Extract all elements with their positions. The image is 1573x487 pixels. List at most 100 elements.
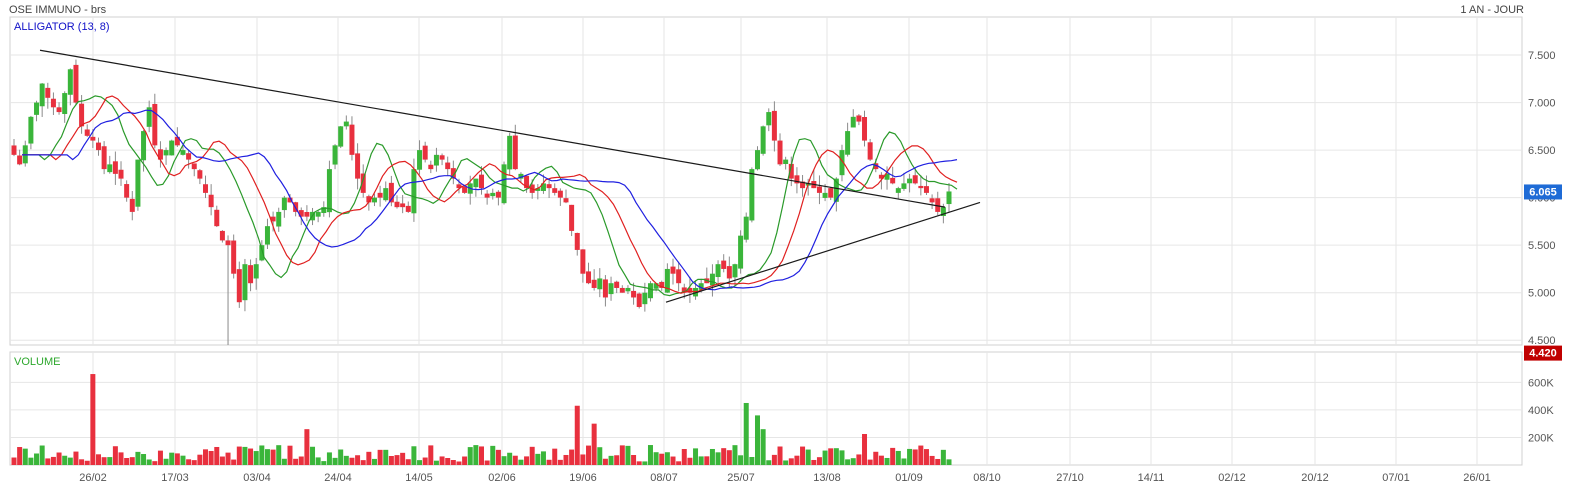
- volume-bar: [400, 452, 406, 465]
- candle-body: [208, 194, 214, 208]
- x-tick-label: 14/05: [405, 472, 433, 484]
- candle-body: [580, 249, 586, 274]
- candle-body: [34, 102, 40, 115]
- candle-body: [326, 169, 332, 213]
- volume-bar: [310, 446, 316, 465]
- candle-body: [332, 145, 338, 165]
- candle-body: [338, 126, 344, 147]
- candle-body: [890, 177, 896, 184]
- candle-body: [203, 184, 209, 193]
- volume-bar: [146, 459, 152, 465]
- volume-bar: [625, 445, 631, 465]
- volume-bar: [563, 454, 569, 465]
- volume-bar: [298, 456, 304, 465]
- candle-body: [845, 131, 851, 155]
- candle-body: [923, 186, 929, 193]
- candle-body: [721, 260, 727, 269]
- candle-body: [597, 278, 603, 290]
- volume-label[interactable]: VOLUME: [14, 356, 60, 368]
- volume-bar: [540, 451, 546, 465]
- volume-bar: [614, 455, 620, 465]
- volume-bar: [552, 448, 558, 465]
- candle-body: [901, 183, 907, 189]
- candle-body: [636, 293, 642, 307]
- candle-body: [732, 264, 738, 278]
- volume-bar: [377, 449, 383, 465]
- candle-body: [253, 264, 259, 279]
- candle-body: [79, 103, 85, 127]
- candle-body: [625, 287, 631, 292]
- y-tick-label: 5.500: [1528, 240, 1556, 252]
- candle-body: [569, 204, 575, 231]
- volume-bar: [653, 452, 659, 465]
- y-tick-label: 4.500: [1528, 335, 1556, 347]
- volume-bar: [940, 449, 946, 465]
- volume-bar: [231, 459, 237, 465]
- candle-body: [56, 107, 62, 113]
- volume-bar: [647, 445, 653, 465]
- candle-body: [129, 198, 135, 212]
- indicator-label[interactable]: ALLIGATOR (13, 8): [14, 21, 110, 33]
- candle-body: [771, 110, 777, 141]
- volume-bar: [56, 452, 62, 465]
- candle-body: [856, 115, 862, 122]
- x-tick-label: 17/03: [161, 472, 189, 484]
- candle-body: [912, 175, 918, 184]
- candle-body: [867, 142, 873, 160]
- volume-bar: [439, 456, 445, 465]
- candle-body: [169, 140, 175, 156]
- volume-bar: [619, 445, 625, 465]
- candle-body: [422, 145, 428, 160]
- candle-body: [445, 162, 451, 170]
- volume-bar: [95, 454, 101, 465]
- x-tick-label: 07/01: [1382, 472, 1410, 484]
- candle-body: [417, 150, 423, 170]
- candle-body: [248, 265, 254, 284]
- candle-body: [726, 266, 732, 279]
- candle-body: [552, 188, 558, 193]
- x-tick-label: 02/12: [1218, 472, 1246, 484]
- volume-bar: [433, 460, 439, 465]
- candle-body: [918, 185, 924, 189]
- volume-bar: [597, 447, 603, 465]
- volume-bar: [141, 454, 147, 465]
- volume-bar: [349, 457, 355, 465]
- x-tick-label: 03/04: [243, 472, 271, 484]
- volume-bar: [878, 455, 884, 465]
- candle-body: [107, 164, 113, 173]
- candle-body: [501, 164, 507, 204]
- x-tick-label: 27/10: [1056, 472, 1084, 484]
- volume-bar: [225, 452, 231, 465]
- volume-bar: [428, 445, 434, 465]
- alligator-jaw-line: [22, 109, 958, 291]
- volume-bar: [343, 455, 349, 465]
- volume-bar: [62, 455, 68, 465]
- candle-body: [186, 153, 192, 160]
- volume-bar: [670, 456, 676, 465]
- volume-bar: [771, 454, 777, 465]
- volume-bar: [929, 455, 935, 465]
- volume-bar: [495, 449, 501, 465]
- candle-body: [850, 116, 856, 128]
- volume-bar: [659, 453, 665, 465]
- candle-body: [383, 188, 389, 201]
- volume-bar: [907, 448, 913, 465]
- volume-bar: [242, 446, 248, 465]
- volume-bar: [816, 457, 822, 465]
- candle-body: [479, 174, 484, 189]
- candle-body: [946, 191, 952, 205]
- candle-body: [591, 279, 597, 288]
- volume-bar: [394, 455, 400, 465]
- volume-bar: [445, 457, 451, 465]
- volume-bar: [186, 459, 192, 465]
- volume-bar: [169, 452, 175, 465]
- x-tick-label: 08/07: [650, 472, 678, 484]
- candle-body: [738, 235, 744, 269]
- candle-body: [197, 170, 203, 179]
- volume-bar: [698, 456, 704, 465]
- candle-body: [439, 155, 445, 160]
- volume-bar: [484, 460, 490, 465]
- volume-bar: [828, 448, 834, 465]
- volume-bar: [417, 460, 423, 465]
- volume-bar: [833, 448, 839, 465]
